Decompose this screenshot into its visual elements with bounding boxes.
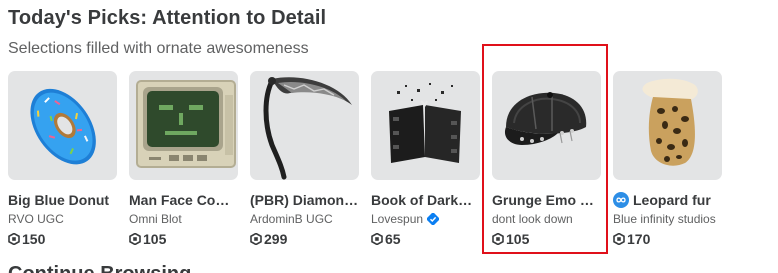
creator-name[interactable]: Blue infinity studios [613,211,716,227]
price-value: 105 [143,231,167,247]
robux-icon [250,233,262,245]
item-price: 105 [492,230,601,248]
price-value: 150 [22,231,46,247]
item-card-diamond-scythe[interactable]: (PBR) Diamond Scythe ArdominB UGC 299 [250,71,359,248]
price-value: 299 [264,231,288,247]
robux-icon [613,233,625,245]
creator-name[interactable]: Omni Blot [129,211,182,227]
item-thumbnail[interactable] [371,71,480,180]
robux-icon [129,233,141,245]
item-name[interactable]: Man Face Computer [129,191,238,209]
item-thumbnail[interactable] [250,71,359,180]
item-price: 150 [8,230,117,248]
creator-name[interactable]: RVO UGC [8,211,64,227]
next-section-title: Continue Browsing [8,263,191,273]
item-thumbnail[interactable] [492,71,601,180]
item-name[interactable]: Leopard fur [633,191,711,209]
item-name-row[interactable]: Leopard fur [613,191,722,209]
verified-badge-icon [427,213,440,225]
section-subtitle: Selections filled with ornate awesomenes… [8,40,309,57]
item-creator[interactable]: Lovespun [371,211,480,227]
item-card-book-of-darkness[interactable]: Book of Darkness Lovespun 65 [371,71,480,248]
item-name[interactable]: Book of Darkness [371,191,480,209]
robux-icon [371,233,383,245]
item-name[interactable]: Big Blue Donut [8,191,117,209]
item-price: 105 [129,230,238,248]
price-value: 105 [506,231,530,247]
item-creator[interactable]: ArdominB UGC [250,211,359,227]
item-creator[interactable]: Blue infinity studios [613,211,722,227]
price-value: 170 [627,231,651,247]
creator-name[interactable]: dont look down [492,211,573,227]
creator-name[interactable]: ArdominB UGC [250,211,333,227]
item-creator[interactable]: Omni Blot [129,211,238,227]
leopard-fur-icon [642,78,698,166]
item-card-big-blue-donut[interactable]: Big Blue Donut RVO UGC 150 [8,71,117,248]
item-thumbnail[interactable] [613,71,722,180]
robux-icon [8,233,20,245]
dark-book-icon [389,83,461,163]
robux-icon [492,233,504,245]
item-row: Big Blue Donut RVO UGC 150 Man Face Comp… [8,71,722,248]
creator-name[interactable]: Lovespun [371,211,423,227]
scythe-icon [263,77,352,180]
item-price: 170 [613,230,722,248]
item-price: 65 [371,230,480,248]
item-price: 299 [250,230,359,248]
infinity-badge-icon [613,192,629,208]
item-creator[interactable]: dont look down [492,211,601,227]
section-title: Today's Picks: Attention to Detail [8,7,327,29]
item-name[interactable]: (PBR) Diamond Scythe [250,191,359,209]
item-thumbnail[interactable] [129,71,238,180]
item-card-leopard-fur[interactable]: Leopard fur Blue infinity studios 170 [613,71,722,248]
item-card-man-face-computer[interactable]: Man Face Computer Omni Blot 105 [129,71,238,248]
blue-donut-icon [30,88,96,165]
item-creator[interactable]: RVO UGC [8,211,117,227]
item-card-grunge-emo-punk-cap[interactable]: Grunge Emo Punk Cap dont look down 105 [492,71,601,248]
item-thumbnail[interactable] [8,71,117,180]
item-name[interactable]: Grunge Emo Punk Cap [492,191,601,209]
price-value: 65 [385,231,401,247]
grunge-cap-icon [504,92,587,145]
retro-computer-icon [136,80,236,168]
